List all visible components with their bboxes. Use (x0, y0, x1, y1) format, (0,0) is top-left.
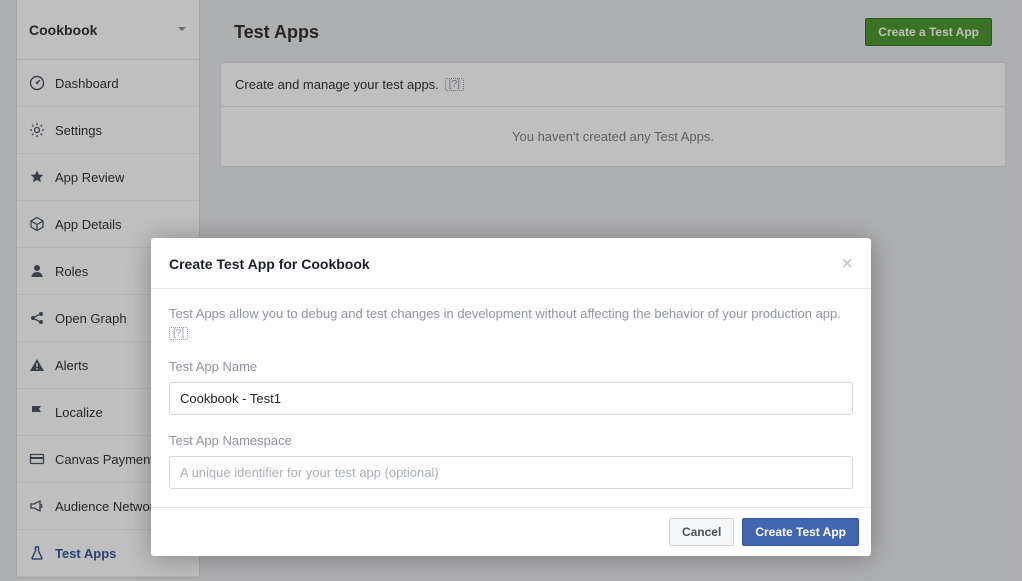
modal-header: Create Test App for Cookbook × (151, 238, 871, 289)
test-app-namespace-input[interactable] (169, 456, 853, 489)
create-test-app-modal: Create Test App for Cookbook × Test Apps… (151, 238, 871, 556)
modal-title: Create Test App for Cookbook (169, 256, 370, 272)
close-icon[interactable]: × (841, 254, 853, 274)
modal-overlay: Create Test App for Cookbook × Test Apps… (0, 0, 1022, 581)
modal-description-text: Test Apps allow you to debug and test ch… (169, 306, 841, 321)
test-app-name-input[interactable] (169, 382, 853, 415)
create-test-app-submit-button[interactable]: Create Test App (742, 518, 859, 546)
modal-body: Test Apps allow you to debug and test ch… (151, 289, 871, 507)
modal-description: Test Apps allow you to debug and test ch… (169, 305, 853, 341)
modal-footer: Cancel Create Test App (151, 507, 871, 556)
name-field-label: Test App Name (169, 359, 853, 374)
help-icon[interactable]: [?] (169, 327, 188, 340)
cancel-button[interactable]: Cancel (669, 518, 734, 546)
namespace-field-label: Test App Namespace (169, 433, 853, 448)
